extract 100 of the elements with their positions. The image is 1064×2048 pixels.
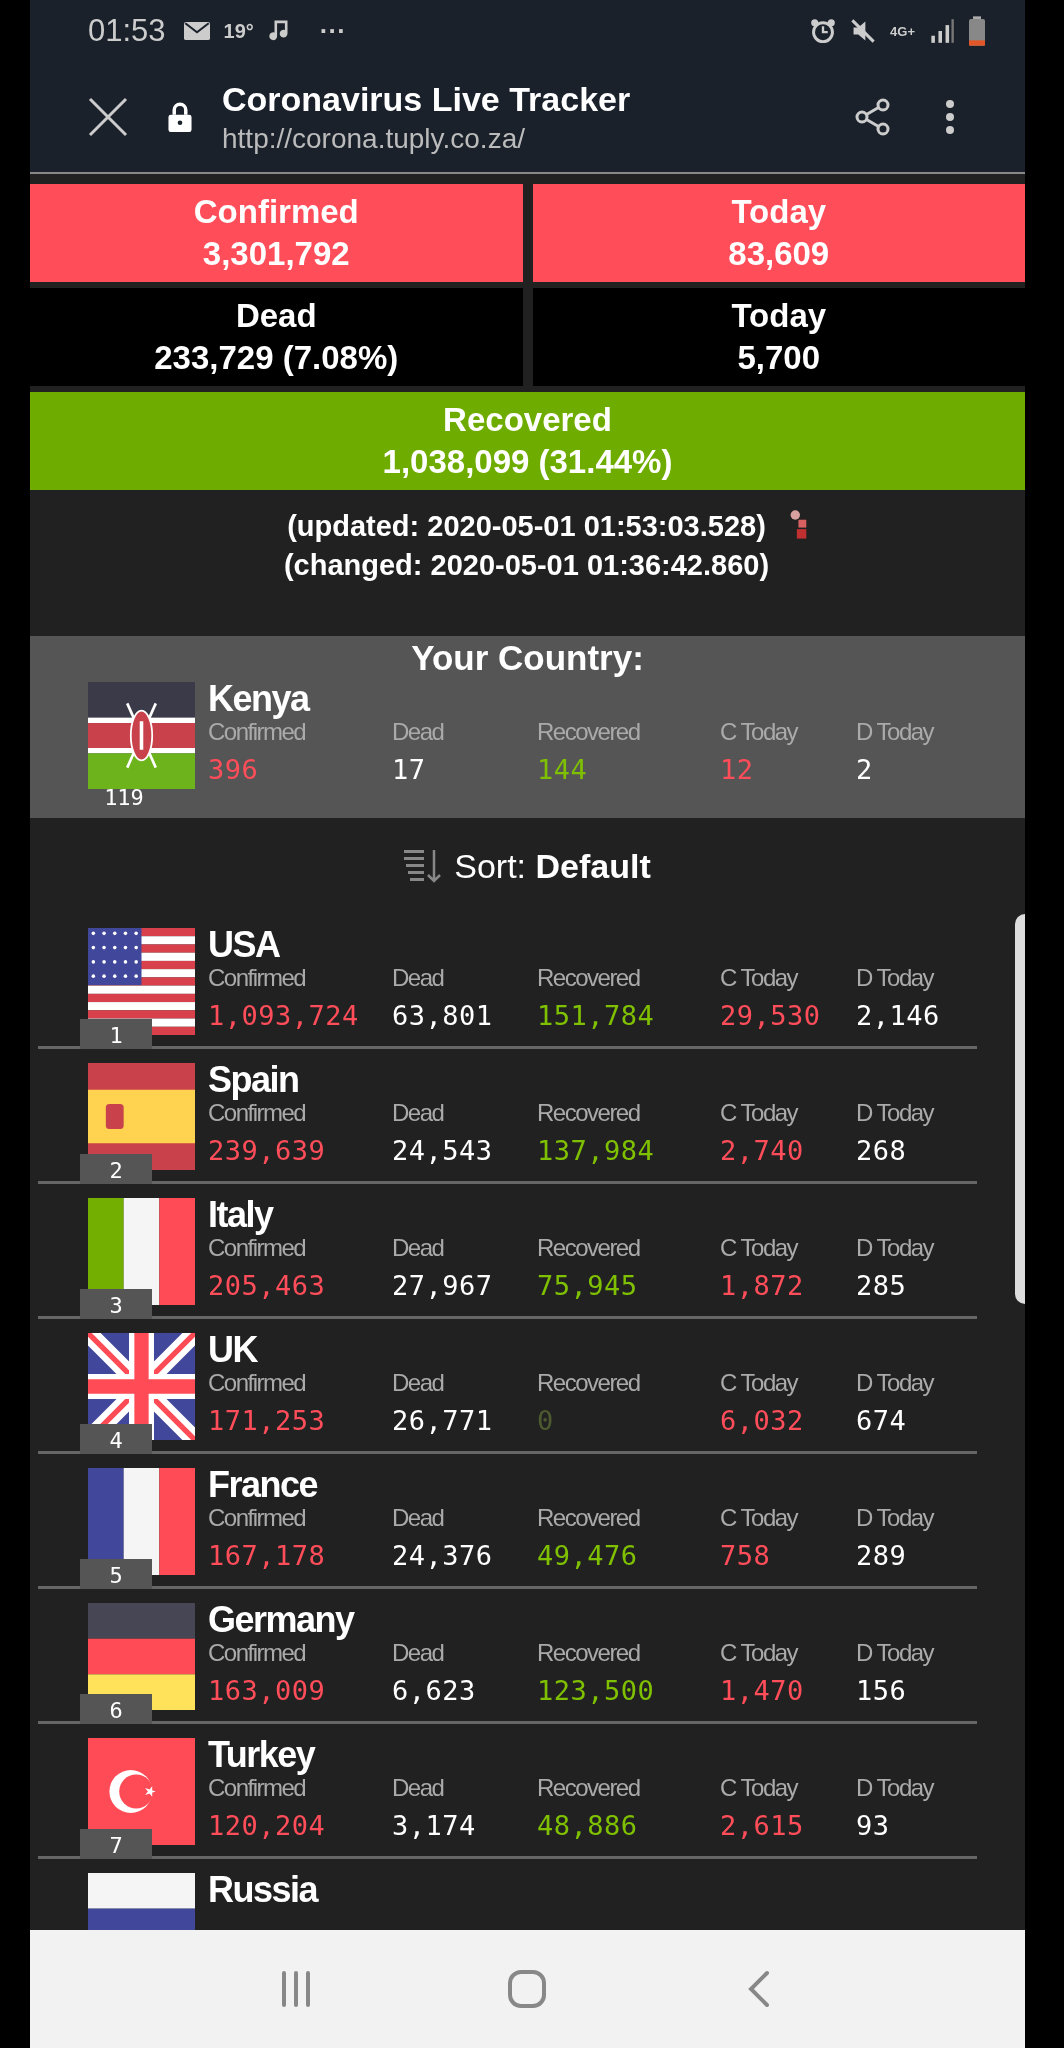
- stat-label: C Today: [720, 1639, 799, 1668]
- status-time: 01:53: [88, 13, 166, 49]
- stat-label: Confirmed: [208, 1639, 306, 1668]
- country-name: USA: [208, 924, 281, 964]
- stat-label: Recovered: [537, 1504, 641, 1533]
- stat-label: Confirmed: [208, 1234, 307, 1263]
- battery-icon: [969, 16, 985, 46]
- mute-icon: [850, 18, 877, 44]
- country-row[interactable]: 7 Turkey Confirmed 120,204 Dead 3,174 Recovered 48,886 C Today 2,615 D Today 93: [38, 1724, 977, 1859]
- stat-value: 151,784: [537, 1000, 656, 1031]
- country-name: Turkey: [208, 1734, 317, 1774]
- stat-value: 2,146: [856, 1000, 941, 1031]
- total-label: Dead: [235, 297, 317, 335]
- stat-label: Confirmed: [208, 1504, 307, 1533]
- stat-value: 120,204: [208, 1810, 327, 1841]
- stat-value: 144: [537, 754, 589, 785]
- updated-time: (updated: 2020-05-01 01:53:03.528): [287, 510, 766, 543]
- menu-icon[interactable]: [945, 99, 955, 135]
- stat-value: 163,009: [208, 1675, 327, 1706]
- total-value: 233,729 (7.08%): [154, 339, 399, 377]
- stat-value: 2: [856, 754, 874, 785]
- rank-number: 119: [103, 784, 145, 811]
- stat-value: 3,174: [392, 1810, 477, 1841]
- stat-label: Dead: [392, 1234, 445, 1263]
- stat-label: Recovered: [537, 1099, 641, 1128]
- stat-label: Recovered: [537, 964, 641, 993]
- stat-label: D Today: [856, 1099, 935, 1128]
- rank-badge: 1: [80, 1019, 152, 1049]
- stat-label: Recovered: [537, 1369, 641, 1398]
- stat-value: 205,463: [208, 1270, 327, 1301]
- rank-badge: 3: [80, 1289, 152, 1319]
- total-label: Confirmed: [193, 193, 359, 231]
- page-title: Coronavirus Live Tracker: [222, 79, 632, 119]
- rank-badge: 4: [80, 1424, 152, 1454]
- stat-label: Dead: [392, 1099, 445, 1128]
- country-row[interactable]: 6 Germany Confirmed 163,009 Dead 6,623 Recovered 123,500 C Today 1,470 D Today 156: [38, 1589, 977, 1724]
- stat-value: 1,470: [720, 1675, 805, 1706]
- country-row[interactable]: 3 Italy Confirmed 205,463 Dead 27,967 Recovered 75,945 C Today 1,872 D Today 285: [38, 1184, 977, 1319]
- changed-time: (changed: 2020-05-01 01:36:42.860): [283, 549, 770, 582]
- stat-label: Confirmed: [208, 718, 306, 747]
- stat-label: Dead: [392, 1639, 445, 1668]
- stat-label: Dead: [392, 1369, 445, 1398]
- stat-label: Dead: [392, 1504, 445, 1533]
- total-value: 3,301,792: [202, 235, 350, 273]
- stat-value: 24,376: [392, 1540, 494, 1571]
- total-value: 83,609: [728, 235, 830, 273]
- stat-value: 63,801: [392, 1000, 494, 1031]
- stat-value: 123,500: [537, 1675, 656, 1706]
- stat-label: D Today: [856, 1504, 935, 1533]
- stat-value: 75,945: [537, 1270, 639, 1301]
- stat-label: C Today: [720, 1099, 799, 1128]
- total-label: Recovered: [443, 401, 612, 439]
- page-url: http://corona.tuply.co.za/: [222, 122, 526, 155]
- stat-label: D Today: [856, 1774, 935, 1803]
- stat-value: 93: [856, 1810, 891, 1841]
- stat-value: 49,476: [537, 1540, 639, 1571]
- stat-label: C Today: [720, 718, 799, 747]
- country-row[interactable]: 1 USA Confirmed 1,093,724 Dead 63,801 Recovered 151,784 C Today 29,530 D Today 2,146: [38, 914, 977, 1049]
- stat-value: 24,543: [392, 1135, 494, 1166]
- stat-label: Recovered: [537, 718, 641, 747]
- home-icon[interactable]: [507, 1969, 548, 2009]
- stat-value: 289: [856, 1540, 908, 1571]
- total-label: Today: [731, 193, 827, 231]
- country-name: France: [208, 1464, 319, 1504]
- scrollbar[interactable]: [1015, 914, 1025, 1304]
- stat-label: C Today: [720, 1504, 799, 1533]
- stat-label: C Today: [720, 964, 799, 993]
- stat-value: 26,771: [392, 1405, 494, 1436]
- stat-label: Recovered: [537, 1774, 641, 1803]
- rank-badge: 6: [80, 1694, 152, 1724]
- close-icon[interactable]: [88, 97, 128, 137]
- stat-value: 171,253: [208, 1405, 327, 1436]
- stat-label: D Today: [856, 1369, 935, 1398]
- stat-value: 6,032: [720, 1405, 805, 1436]
- signal-icon: [929, 18, 955, 44]
- stat-value: 156: [856, 1675, 908, 1706]
- rank-badge: 5: [80, 1559, 152, 1589]
- stat-value: 758: [720, 1540, 772, 1571]
- country-row[interactable]: 4 UK Confirmed 171,253 Dead 26,771 Recovered 0 C Today 6,032 D Today 674: [38, 1319, 977, 1454]
- sort-selector[interactable]: Sort: Default: [30, 818, 1025, 914]
- stat-value: 0: [537, 1405, 555, 1436]
- stat-label: C Today: [720, 1774, 799, 1803]
- stat-label: Dead: [392, 718, 445, 747]
- country-name: Spain: [208, 1059, 300, 1099]
- country-row[interactable]: 2 Spain Confirmed 239,639 Dead 24,543 Recovered 137,984 C Today 2,740 D Today 268: [38, 1049, 977, 1184]
- total-label: Today: [731, 297, 827, 335]
- stat-label: Dead: [392, 1774, 445, 1803]
- rank-badge: 2: [80, 1154, 152, 1184]
- country-row[interactable]: 5 France Confirmed 167,178 Dead 24,376 Recovered 49,476 C Today 758 D Today 289: [38, 1454, 977, 1589]
- stat-value: 48,886: [537, 1810, 639, 1841]
- total-value: 5,700: [737, 339, 821, 377]
- stat-label: Recovered: [537, 1639, 641, 1668]
- stat-label: D Today: [856, 964, 935, 993]
- stat-label: D Today: [856, 1639, 935, 1668]
- lock-icon: [168, 102, 192, 132]
- country-name: Russia: [208, 1869, 318, 1909]
- stat-value: 2,740: [720, 1135, 805, 1166]
- stat-value: 239,639: [208, 1135, 327, 1166]
- stat-value: 1,093,724: [208, 1000, 360, 1031]
- stat-label: Confirmed: [208, 964, 307, 993]
